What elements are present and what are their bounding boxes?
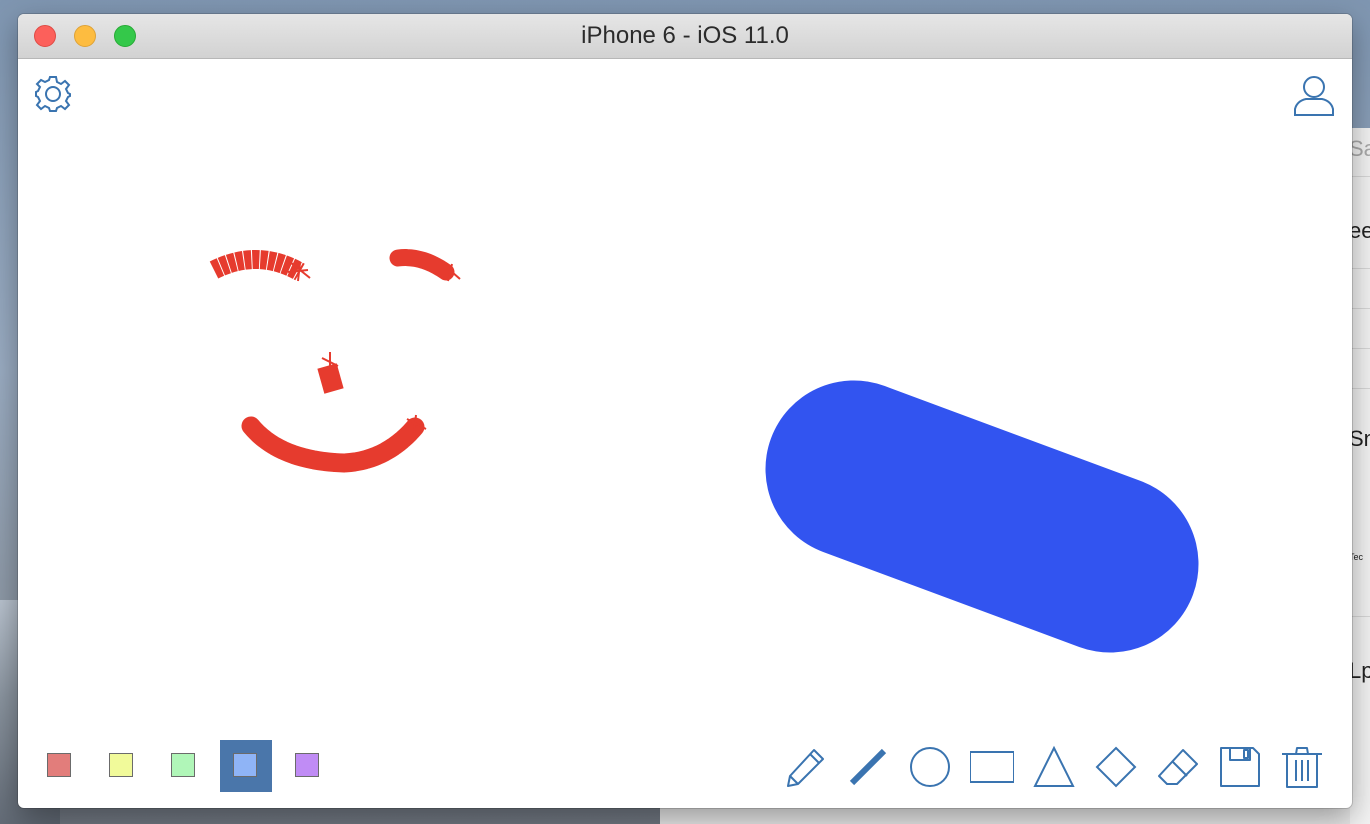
color-swatch <box>171 753 195 777</box>
swatch-green[interactable] <box>158 740 210 792</box>
circle-icon <box>910 747 950 787</box>
diamond-tool[interactable] <box>1094 745 1138 789</box>
rectangle-icon <box>970 751 1014 783</box>
pencil-icon <box>787 749 824 787</box>
rectangle-tool[interactable] <box>970 745 1014 789</box>
swatch-blue[interactable] <box>220 740 272 792</box>
profile-button[interactable] <box>1292 73 1336 122</box>
background-window-edge <box>660 808 1350 824</box>
trash-icon <box>1282 747 1322 788</box>
settings-button[interactable] <box>34 75 72 118</box>
save-icon <box>1220 747 1260 787</box>
title-bar[interactable]: iPhone 6 - iOS 11.0 <box>18 14 1352 59</box>
left-eye-stroke <box>209 250 305 281</box>
gear-icon <box>35 76 71 112</box>
nose-stroke <box>317 363 344 394</box>
background-text: Lp <box>1349 658 1370 683</box>
person-icon <box>1294 76 1334 116</box>
save-button[interactable] <box>1218 745 1262 789</box>
window-title: iPhone 6 - iOS 11.0 <box>581 22 789 49</box>
line-tool[interactable] <box>846 745 890 789</box>
color-swatch <box>109 753 133 777</box>
drawing-canvas[interactable] <box>18 59 1352 808</box>
color-swatch <box>233 753 257 777</box>
mouth-stroke <box>241 416 425 473</box>
background-text: ee <box>1349 218 1370 243</box>
delete-button[interactable] <box>1280 745 1324 789</box>
drawing-layer <box>209 249 1199 653</box>
line-icon <box>849 748 887 786</box>
eraser-tool[interactable] <box>1156 745 1200 789</box>
color-swatch <box>47 753 71 777</box>
circle-tool[interactable] <box>908 745 952 789</box>
nose-tip <box>321 352 339 368</box>
swatch-yellow[interactable] <box>96 740 148 792</box>
swatch-purple[interactable] <box>282 740 334 792</box>
smiley-drawing <box>209 249 461 473</box>
blue-line-shape <box>765 380 1199 653</box>
left-eye-tip <box>287 261 311 282</box>
eraser-icon <box>1158 749 1198 785</box>
simulator-window: iPhone 6 - iOS 11.0 <box>18 14 1352 808</box>
background-text: Sa <box>1349 136 1370 161</box>
color-swatch <box>295 753 319 777</box>
diamond-icon <box>1095 746 1137 788</box>
background-text: Sn <box>1349 426 1370 451</box>
triangle-icon <box>1033 745 1075 787</box>
swatch-red[interactable] <box>34 740 86 792</box>
pencil-tool[interactable] <box>784 745 828 789</box>
right-eye-stroke <box>389 249 455 281</box>
triangle-tool[interactable] <box>1032 745 1076 789</box>
